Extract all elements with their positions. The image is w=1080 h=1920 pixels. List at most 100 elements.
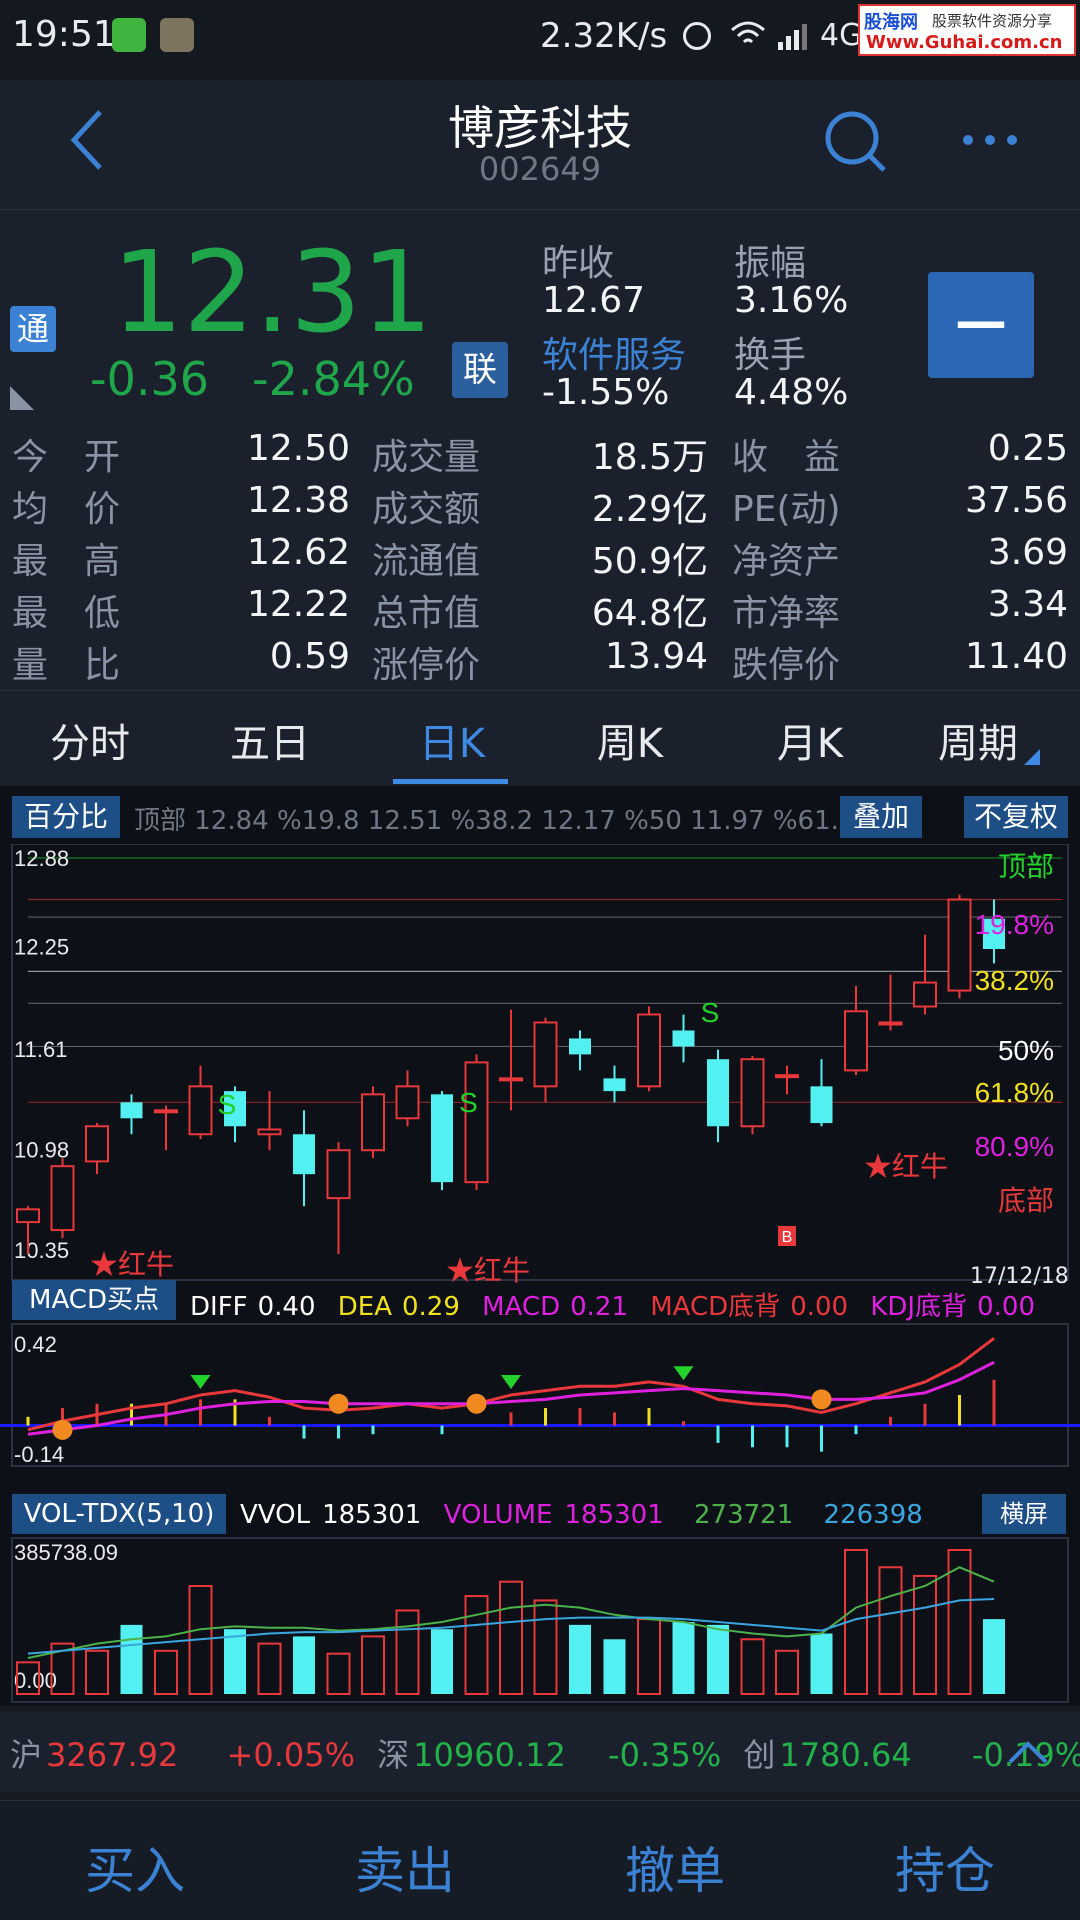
- buy-signal-b-label: B: [782, 1229, 793, 1246]
- candle-body: [810, 1086, 833, 1124]
- more-icon[interactable]: [960, 132, 1020, 148]
- quote-value: 50.9亿: [591, 541, 708, 582]
- lian-badge[interactable]: 联: [452, 342, 508, 398]
- expand-up-icon[interactable]: [1008, 1740, 1048, 1764]
- quote-value: 37.56: [964, 480, 1068, 521]
- volume-bar: [603, 1639, 626, 1694]
- volume-bar: [878, 1566, 903, 1696]
- price-tick-label: 10.98: [14, 1137, 69, 1162]
- quote-value: 0.59: [269, 636, 350, 677]
- search-icon[interactable]: [822, 108, 890, 176]
- wechat-icon: [112, 18, 146, 52]
- volume-bar: [257, 1642, 282, 1695]
- quote-label: 成交额: [372, 489, 481, 530]
- candle-body: [395, 1085, 420, 1120]
- fib-level-label: 顶部: [998, 851, 1054, 882]
- tab-monthly-k[interactable]: 月K: [730, 711, 890, 769]
- candle-body: [499, 1077, 523, 1082]
- volume-bar: [740, 1638, 765, 1696]
- quote-value: 12.22: [246, 584, 350, 625]
- kline-chart[interactable]: 12.88 12.25 11.61 10.98 10.35 顶部 19.8% 38.2% 50%…: [0, 844, 1080, 1706]
- remove-watchlist-button[interactable]: —: [928, 272, 1034, 378]
- candle-body: [947, 898, 972, 992]
- landscape-button[interactable]: 横屏: [982, 1494, 1066, 1534]
- tab-five-day[interactable]: 五日: [190, 711, 350, 769]
- wifi-icon: [731, 21, 765, 44]
- clock: 19:51: [12, 14, 116, 55]
- price-tick-label: 10.35: [14, 1238, 69, 1263]
- adjust-button[interactable]: 不复权: [964, 796, 1068, 838]
- candle-body: [431, 1094, 453, 1183]
- quote-value: 11.40: [964, 636, 1068, 677]
- quote-label: 流通值: [372, 541, 481, 582]
- quote-panel: 通 12.31 -0.36 -2.84% 联 昨收 12.67 软件服务 -1.…: [0, 210, 1080, 690]
- price-tick-label: 12.25: [14, 935, 69, 960]
- volume-bar: [707, 1624, 729, 1694]
- turnover-value: 4.48%: [734, 372, 849, 413]
- quote-label: 总市值: [372, 593, 481, 634]
- sell-signal-s: S: [459, 1087, 478, 1118]
- positions-button[interactable]: 持仓: [845, 1831, 1045, 1903]
- quote-label: 跌停价: [732, 645, 841, 686]
- tong-badge[interactable]: 通: [10, 306, 56, 352]
- sell-button[interactable]: 卖出: [305, 1831, 505, 1903]
- green-arrow-signal: [190, 1375, 211, 1389]
- status-bar: 19:51 2.32K/s 4G 股海网 股票软件资源分享 Www.Guhai.…: [0, 0, 1080, 80]
- volume-bar: [120, 1624, 143, 1694]
- candle-body: [844, 1010, 868, 1072]
- candle-body: [326, 1149, 351, 1200]
- sz-label: 深: [377, 1736, 410, 1774]
- candle-body: [85, 1125, 109, 1163]
- quote-value: 13.94: [604, 636, 708, 677]
- candle-body: [188, 1085, 213, 1136]
- candle-body: [154, 1109, 178, 1114]
- volume-bar: [775, 1649, 799, 1695]
- quote-label: 量 比: [12, 645, 121, 686]
- volume-bar: [499, 1580, 523, 1695]
- prev-close-label: 昨收: [542, 243, 615, 284]
- fib-level-label: 61.8%: [975, 1077, 1054, 1108]
- sector-link[interactable]: 软件服务: [542, 326, 686, 378]
- volume-bar: [293, 1636, 315, 1694]
- stock-name: 博彦科技: [448, 101, 632, 155]
- percent-button[interactable]: 百分比: [12, 796, 120, 838]
- app-notification-icon: [160, 18, 194, 52]
- macd-label[interactable]: MACD买点: [12, 1280, 176, 1320]
- volume-bar: [569, 1624, 591, 1694]
- candle-body: [878, 1021, 903, 1026]
- turnover-label: 换手: [734, 335, 807, 376]
- volume-bar: [154, 1649, 178, 1695]
- prev-close-value: 12.67: [542, 280, 646, 321]
- overlay-button[interactable]: 叠加: [840, 796, 922, 838]
- buy-button[interactable]: 买入: [35, 1831, 235, 1903]
- tab-weekly-k[interactable]: 周K: [550, 711, 710, 769]
- cancel-order-button[interactable]: 撤单: [575, 1831, 775, 1903]
- index-bar[interactable]: 沪 3267.92 +0.05% 深 10960.12 -0.35% 创 1780.6…: [0, 1712, 1080, 1792]
- volume-bar: [983, 1619, 1005, 1694]
- volume-bottom-label: 0.00: [14, 1668, 57, 1693]
- sell-signal-s: S: [218, 1089, 237, 1120]
- tab-intraday[interactable]: 分时: [10, 711, 170, 769]
- candle-body: [672, 1030, 695, 1047]
- orange-gem-signal: [328, 1393, 349, 1414]
- quote-label: 收 益: [732, 437, 841, 478]
- amplitude-label: 振幅: [734, 243, 807, 284]
- signal-icon: [778, 24, 807, 50]
- last-price: 12.31: [112, 228, 433, 358]
- green-arrow-signal: [673, 1366, 694, 1381]
- sz-pct: -0.35%: [608, 1736, 722, 1774]
- price-tick-label: 11.61: [14, 1037, 67, 1062]
- volume-bar: [810, 1633, 833, 1694]
- fib-level-label: 38.2%: [975, 965, 1054, 996]
- volume-bar: [326, 1652, 351, 1695]
- volume-label[interactable]: VOL-TDX(5,10): [12, 1494, 226, 1534]
- volume-bar: [361, 1635, 385, 1696]
- watermark: 股海网 股票软件资源分享 Www.Guhai.com.cn: [858, 4, 1076, 56]
- kline-header-text: 顶部 12.84 %19.8 12.51 %38.2 12.17 %50 11.…: [134, 806, 922, 836]
- candle-body: [120, 1102, 143, 1119]
- candle-body: [361, 1093, 385, 1152]
- tab-daily-k[interactable]: 日K: [372, 711, 532, 769]
- candle-body: [637, 1013, 661, 1088]
- fib-level-label: 50%: [998, 1035, 1054, 1066]
- network-speed: 2.32K/s: [540, 16, 668, 56]
